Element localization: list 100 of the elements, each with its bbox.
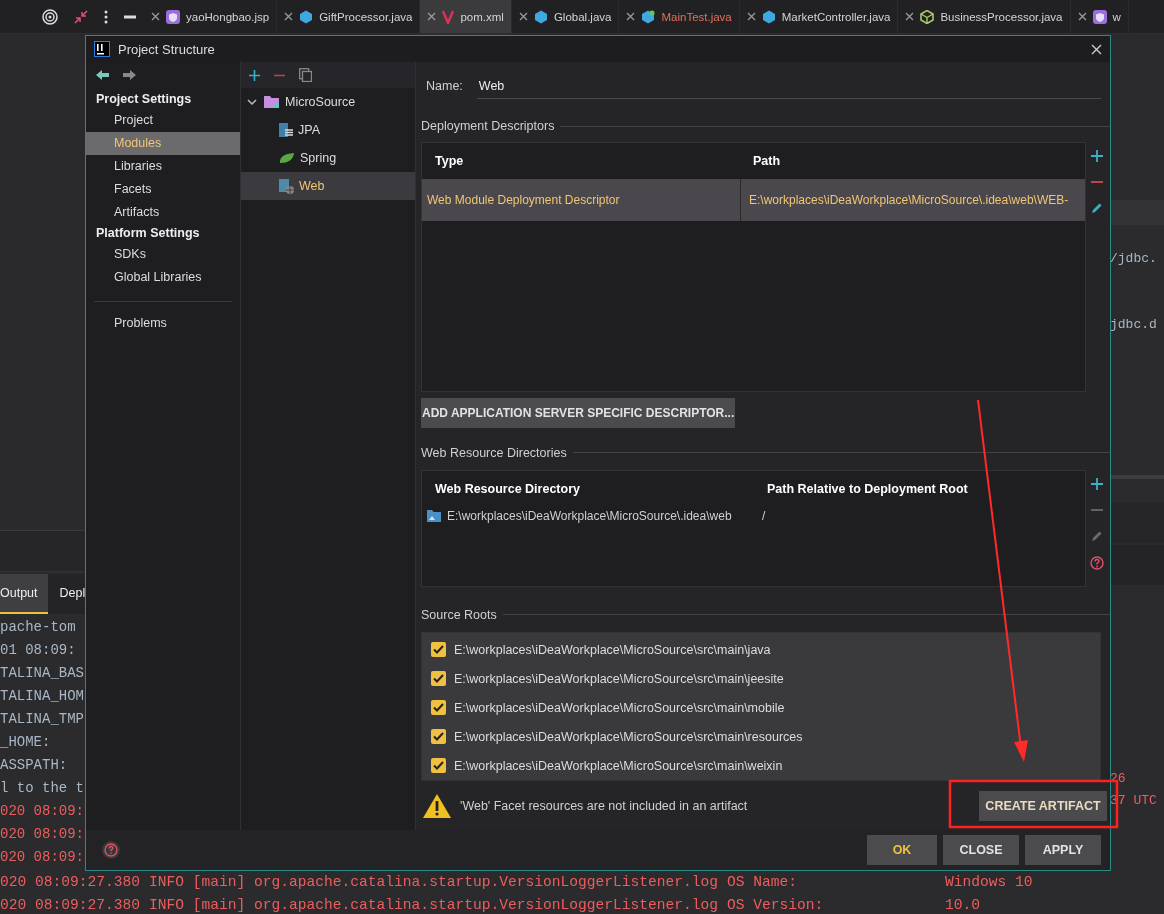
hexagon-icon <box>641 9 656 24</box>
check-icon <box>433 674 444 683</box>
editor-tab[interactable]: pom.xml <box>420 0 512 33</box>
tab-label: BusinessProcessor.java <box>940 10 1063 23</box>
editor-tab[interactable]: MainTest.java <box>619 0 740 33</box>
copy-icon[interactable] <box>299 68 312 82</box>
folder-icon <box>427 510 441 522</box>
log-line: ASSPATH: <box>0 756 69 775</box>
help-icon[interactable] <box>1090 556 1104 570</box>
check-icon <box>433 703 444 712</box>
editor-tab[interactable]: w <box>1070 0 1129 33</box>
log-line: 020 08:09: <box>0 848 85 867</box>
checkbox[interactable] <box>431 671 446 686</box>
nav-item[interactable]: Libraries <box>86 155 240 178</box>
editor-tab[interactable]: BusinessProcessor.java <box>898 0 1071 33</box>
close-icon[interactable] <box>746 12 756 21</box>
document-icon <box>279 123 293 137</box>
log-line: TALINA_TMP <box>0 710 85 729</box>
close-icon[interactable] <box>151 12 160 21</box>
tool-tab[interactable]: Depl <box>47 574 85 614</box>
name-field[interactable]: Web <box>476 73 1101 99</box>
checkbox[interactable] <box>431 700 446 715</box>
log-line: 020 08:09:27.380 INFO [main] org.apache.catalina.startup.VersionLoggerListener.log OS Version: <box>0 896 825 914</box>
table-row[interactable]: Web Module Deployment Descriptor E:\workplaces\iDeaWorkplace\MicroSource\.idea\web\WEB- <box>422 179 1085 221</box>
source-root-path: E:\workplaces\iDeaWorkplace\MicroSource\src\main\weixin <box>454 758 783 773</box>
section-heading: Project Settings <box>95 91 193 108</box>
checkbox[interactable] <box>431 642 446 657</box>
tree-item[interactable]: MicroSource <box>241 88 415 116</box>
minimize-icon[interactable] <box>124 14 136 19</box>
log-line: TALINA_HOM <box>0 687 85 706</box>
source-root-path: E:\workplaces\iDeaWorkplace\MicroSource\src\main\resources <box>454 729 803 744</box>
editor-tab[interactable]: Global.java <box>511 0 620 33</box>
back-icon[interactable] <box>96 70 109 80</box>
add-icon[interactable] <box>1091 478 1103 490</box>
chevron-icon[interactable] <box>247 97 257 107</box>
add-descriptor-button[interactable]: ADD APPLICATION SERVER SPECIFIC DESCRIPTOR... <box>421 398 736 428</box>
checkbox[interactable] <box>431 729 446 744</box>
table-cell: E:\workplaces\iDeaWorkplace\MicroSource\.idea\web <box>447 509 732 523</box>
log-line: pache-tom <box>0 618 77 637</box>
nav-item[interactable]: Facets <box>86 178 240 201</box>
nav-item[interactable]: Project <box>86 109 240 132</box>
tree-item[interactable]: Web <box>241 172 415 200</box>
warning-icon <box>422 792 452 819</box>
editor-tab[interactable]: MarketController.java <box>739 0 899 33</box>
close-icon[interactable] <box>1091 43 1102 55</box>
app-logo-icon <box>94 41 110 57</box>
editor-tab[interactable]: yaoHongbao.jsp <box>144 0 278 33</box>
nav-item[interactable]: SDKs <box>86 243 240 266</box>
add-icon[interactable] <box>249 69 260 81</box>
forward-icon[interactable] <box>123 70 136 80</box>
section-title: Web Resource Directories <box>421 445 567 460</box>
close-icon[interactable] <box>518 12 528 21</box>
check-icon <box>433 645 444 654</box>
code-fragment: /jdbc. <box>1110 250 1158 268</box>
log-value: 10.0 <box>945 896 982 914</box>
table-row[interactable]: E:\workplaces\iDeaWorkplace\MicroSource\.idea\web / <box>422 507 1085 525</box>
column-header: Web Resource Directory <box>434 482 581 496</box>
tool-tab[interactable]: Output <box>0 574 48 614</box>
source-root-path: E:\workplaces\iDeaWorkplace\MicroSource\src\main\jeesite <box>454 671 784 686</box>
log-value: Windows 10 <box>945 873 1034 892</box>
close-icon[interactable] <box>1077 12 1087 21</box>
section-title: Source Roots <box>421 607 497 622</box>
log-line: 01 08:09: <box>0 641 77 660</box>
table-cell: Web Module Deployment Descriptor <box>427 193 620 207</box>
nav-item[interactable]: Global Libraries <box>86 266 240 289</box>
log-line: TALINA_BAS <box>0 664 85 683</box>
help-icon[interactable] <box>102 841 120 859</box>
shield-icon <box>1092 9 1107 24</box>
warning-text: 'Web' Facet resources are not included in an artifact <box>460 798 748 813</box>
field-label: Name: <box>426 79 463 93</box>
section-heading: Platform Settings <box>95 225 201 242</box>
close-icon[interactable] <box>626 12 636 21</box>
tab-label: GiftProcessor.java <box>319 10 413 23</box>
tree-item[interactable]: Spring <box>241 144 415 172</box>
source-root-path: E:\workplaces\iDeaWorkplace\MicroSource\src\main\java <box>454 642 771 657</box>
create-artifact-button[interactable]: CREATE ARTIFACT <box>979 790 1107 821</box>
hexagon-icon <box>299 9 314 24</box>
collapse-icon[interactable] <box>74 9 88 24</box>
table-cell: E:\workplaces\iDeaWorkplace\MicroSource\.idea\web\WEB- <box>749 193 1069 207</box>
dialog-button[interactable]: APPLY <box>1025 835 1101 865</box>
tab-label: pom.xml <box>460 10 504 23</box>
add-icon[interactable] <box>1091 150 1103 162</box>
tab-label: Global.java <box>553 10 612 23</box>
chevron-icon <box>442 9 455 24</box>
window-title: Project Structure <box>118 41 215 57</box>
nav-item[interactable]: Problems <box>86 312 240 335</box>
close-icon[interactable] <box>284 12 294 21</box>
dialog-button[interactable]: CLOSE <box>943 835 1019 865</box>
cube-icon <box>920 9 935 24</box>
nav-item[interactable]: Artifacts <box>86 201 240 224</box>
close-icon[interactable] <box>905 12 915 21</box>
checkbox[interactable] <box>431 758 446 773</box>
target-icon[interactable] <box>42 8 58 25</box>
tree-item[interactable]: JPA <box>241 116 415 144</box>
pencil-icon[interactable] <box>1091 202 1103 214</box>
check-icon <box>433 761 444 770</box>
dialog-button[interactable]: OK <box>867 835 937 865</box>
more-icon[interactable] <box>104 9 108 24</box>
hexagon-icon <box>761 9 776 24</box>
table-cell: / <box>762 509 766 523</box>
